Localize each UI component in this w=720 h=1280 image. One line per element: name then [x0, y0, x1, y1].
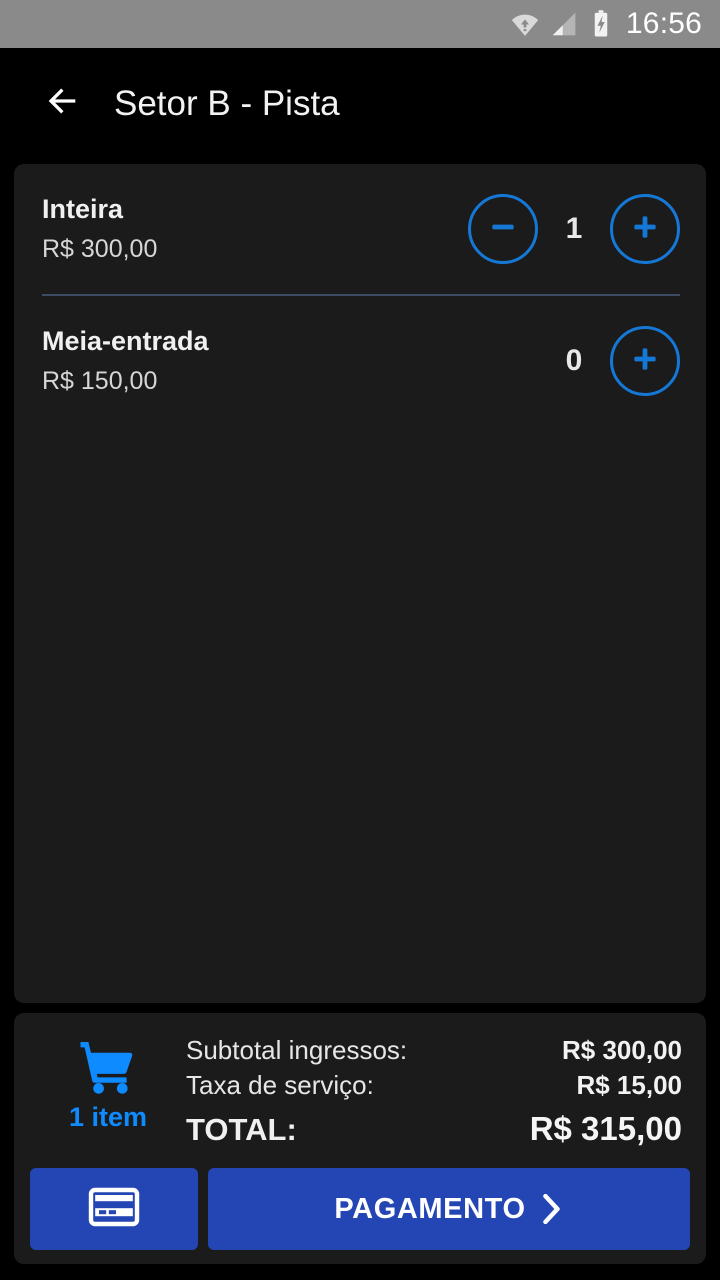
action-bar: PAGAMENTO	[30, 1168, 690, 1250]
ticket-row[interactable]: Inteira R$ 300,00 1	[14, 164, 706, 294]
arrow-left-icon	[42, 81, 82, 126]
wifi-icon	[510, 9, 540, 39]
totals-list: Subtotal ingressos: R$ 300,00 Taxa de se…	[186, 1027, 690, 1152]
grand-total-label: TOTAL:	[186, 1112, 297, 1148]
ticket-type-list: Inteira R$ 300,00 1 Meia-entrada R$ 150,…	[14, 164, 706, 1004]
status-icon-group	[510, 9, 614, 39]
summary-top: 1 item Subtotal ingressos: R$ 300,00 Tax…	[30, 1027, 690, 1152]
service-fee-label: Taxa de serviço:	[186, 1070, 374, 1101]
payment-button[interactable]: PAGAMENTO	[208, 1168, 690, 1250]
shopping-cart-icon	[75, 1039, 141, 1100]
decrement-button[interactable]	[468, 194, 538, 264]
quantity-value: 0	[565, 344, 583, 377]
order-summary-panel: 1 item Subtotal ingressos: R$ 300,00 Tax…	[14, 1013, 706, 1264]
cart-item-count: 1 item	[68, 1102, 148, 1133]
payment-button-label: PAGAMENTO	[334, 1192, 526, 1225]
grand-total-line: TOTAL: R$ 315,00	[186, 1107, 682, 1152]
cart-summary: 1 item	[30, 1027, 186, 1131]
service-fee-value: R$ 15,00	[576, 1070, 682, 1101]
page-title: Setor B - Pista	[114, 83, 340, 123]
service-fee-line: Taxa de serviço: R$ 15,00	[186, 1068, 682, 1103]
quantity-value: 1	[565, 212, 583, 245]
back-button[interactable]	[40, 81, 84, 125]
decrement-button-hidden	[468, 326, 538, 396]
app-bar: Setor B - Pista	[0, 48, 720, 158]
plus-icon	[628, 210, 662, 249]
plus-icon	[628, 342, 662, 381]
subtotal-line: Subtotal ingressos: R$ 300,00	[186, 1033, 682, 1068]
app-screen: 16:56 Setor B - Pista Inteira R$ 300,00	[0, 0, 720, 1280]
increment-button[interactable]	[610, 194, 680, 264]
ticket-price: R$ 150,00	[42, 366, 158, 395]
ticket-row[interactable]: Meia-entrada R$ 150,00 0	[14, 296, 706, 426]
status-bar: 16:56	[0, 0, 720, 48]
quantity-stepper: 0	[468, 326, 680, 396]
grand-total-value: R$ 315,00	[529, 1110, 682, 1148]
credit-card-icon	[88, 1187, 140, 1232]
quantity-stepper: 1	[468, 194, 680, 264]
battery-charging-icon	[588, 9, 614, 39]
ticket-info: Meia-entrada R$ 150,00	[42, 325, 468, 397]
subtotal-label: Subtotal ingressos:	[186, 1035, 408, 1066]
list-empty-space	[14, 426, 706, 1003]
subtotal-value: R$ 300,00	[562, 1035, 682, 1066]
ticket-price: R$ 300,00	[42, 234, 158, 263]
increment-button[interactable]	[610, 326, 680, 396]
payment-method-button[interactable]	[30, 1168, 198, 1250]
ticket-name: Inteira	[42, 193, 124, 224]
cellular-signal-icon	[549, 9, 579, 39]
ticket-info: Inteira R$ 300,00	[42, 193, 468, 265]
chevron-right-icon	[538, 1194, 564, 1224]
ticket-name: Meia-entrada	[42, 325, 209, 356]
status-bar-clock: 16:56	[625, 7, 702, 40]
minus-icon	[486, 210, 520, 249]
